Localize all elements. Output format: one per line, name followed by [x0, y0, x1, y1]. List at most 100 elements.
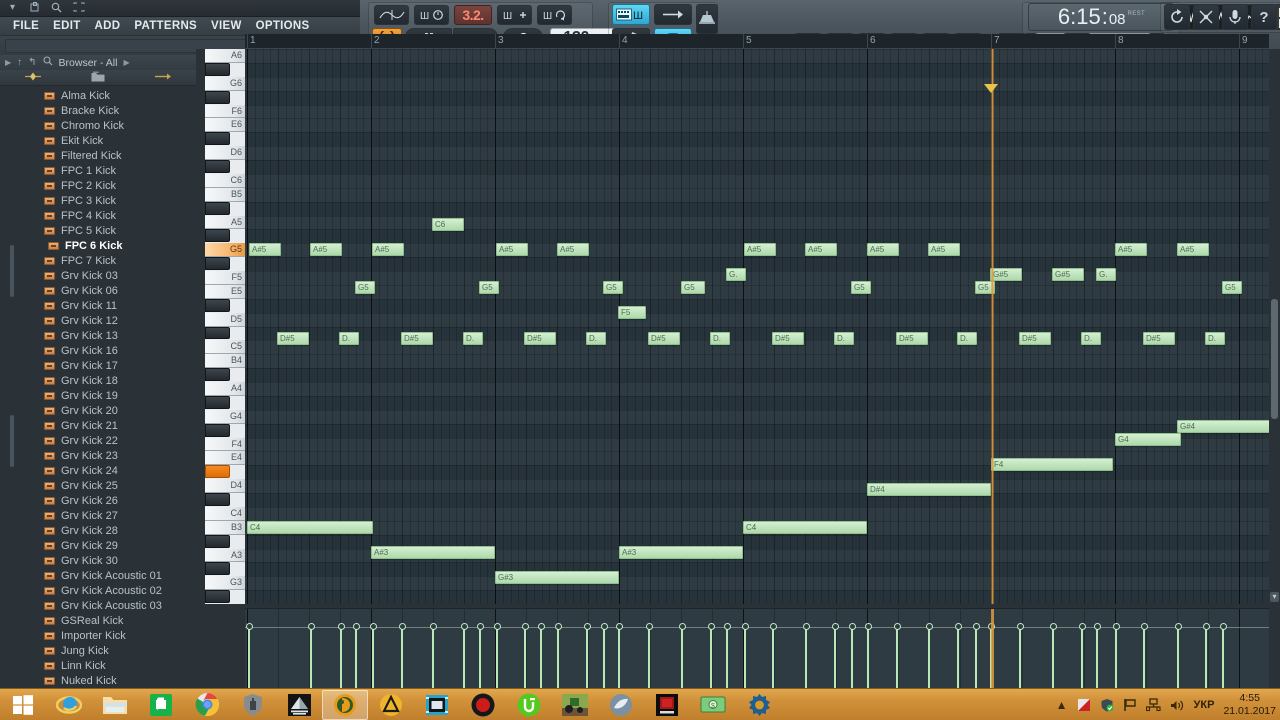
velocity-stem[interactable]: [1115, 626, 1117, 688]
fl-studio-icon[interactable]: [322, 689, 368, 720]
piano-roll-note[interactable]: C4: [743, 521, 867, 534]
tractor-icon[interactable]: [552, 690, 598, 720]
velocity-handle[interactable]: [1174, 623, 1182, 630]
piano-roll-note[interactable]: G#3: [495, 571, 619, 584]
piano-roll-note[interactable]: G#5: [1052, 268, 1084, 281]
song-position-display[interactable]: 3.2.: [454, 5, 492, 25]
velocity-stem[interactable]: [1019, 626, 1021, 688]
piano-roll-note[interactable]: D#5: [772, 332, 804, 345]
wait-for-input-icon[interactable]: Ш: [497, 5, 532, 25]
piano-key-Dsharp4[interactable]: [205, 465, 230, 479]
browser-list-item[interactable]: Grv Kick 06: [0, 283, 196, 298]
velocity-handle[interactable]: [615, 623, 623, 630]
velocity-stem[interactable]: [524, 626, 526, 688]
browser-title-arrow-icon[interactable]: ▶: [123, 58, 129, 67]
browser-list-item[interactable]: Grv Kick 28: [0, 523, 196, 538]
money-icon[interactable]: $: [690, 690, 736, 720]
network-icon[interactable]: [1145, 698, 1161, 712]
browser-list-item[interactable]: Grv Kick 24: [0, 463, 196, 478]
velocity-handle[interactable]: [1219, 623, 1227, 630]
piano-roll-note[interactable]: F5: [618, 306, 646, 319]
piano-roll-note[interactable]: A#5: [372, 243, 404, 256]
browser-list-item[interactable]: GSReal Kick: [0, 613, 196, 628]
velocity-stem[interactable]: [496, 626, 498, 688]
velocity-handle[interactable]: [723, 623, 731, 630]
filter-icon[interactable]: [25, 72, 41, 84]
browser-list-item[interactable]: Jung Kick: [0, 643, 196, 658]
velocity-stem[interactable]: [310, 626, 312, 688]
velocity-stem[interactable]: [432, 626, 434, 688]
velocity-handle[interactable]: [554, 623, 562, 630]
piano-roll-note[interactable]: D.: [957, 332, 977, 345]
piano-roll-note[interactable]: G.: [1096, 268, 1116, 281]
velocity-stem[interactable]: [896, 626, 898, 688]
piano-key-Asharp4[interactable]: [205, 368, 230, 381]
browser-list-item[interactable]: Chromo Kick: [0, 118, 196, 133]
flag-icon[interactable]: [1123, 698, 1137, 712]
piano-roll-note[interactable]: D.: [1081, 332, 1101, 345]
playhead[interactable]: [991, 49, 994, 604]
volume-icon[interactable]: [1170, 699, 1185, 712]
browser-scroll-indicator[interactable]: [10, 245, 14, 297]
piano-roll-note[interactable]: G5: [681, 281, 705, 294]
velocity-stem[interactable]: [540, 626, 542, 688]
velocity-stem[interactable]: [1222, 626, 1224, 688]
browser-menu-icon[interactable]: ▶: [5, 58, 11, 67]
browser-list-item[interactable]: Importer Kick: [0, 628, 196, 643]
velocity-handle[interactable]: [1140, 623, 1148, 630]
piano-roll-note[interactable]: D#4: [867, 483, 991, 496]
time-display[interactable]: 6:15 : 08 REST: [1028, 3, 1174, 31]
velocity-stem[interactable]: [772, 626, 774, 688]
undo-icon[interactable]: [1164, 4, 1190, 30]
piano-roll-note[interactable]: A#3: [371, 546, 495, 559]
browser-list-item[interactable]: Linn Kick: [0, 658, 196, 673]
velocity-handle[interactable]: [398, 623, 406, 630]
piano-roll-note[interactable]: G#5: [990, 268, 1022, 281]
piano-roll-note[interactable]: A#5: [1177, 243, 1209, 256]
browser-list-item[interactable]: Grv Kick 18: [0, 373, 196, 388]
file-explorer-icon[interactable]: [92, 690, 138, 720]
browser-search-icon[interactable]: [42, 56, 53, 69]
piano-key-Dsharp6[interactable]: [205, 132, 230, 146]
taskbar-clock[interactable]: 4:55 21.01.2017: [1223, 692, 1276, 718]
vertical-scroll-thumb[interactable]: [1271, 299, 1278, 419]
velocity-stem[interactable]: [1177, 626, 1179, 688]
velocity-editor[interactable]: [245, 608, 1269, 689]
browser-list-item[interactable]: Nuked Kick: [0, 673, 196, 688]
menu-add[interactable]: ADD: [88, 17, 128, 35]
help-icon[interactable]: ?: [1251, 4, 1277, 30]
piano-roll-note[interactable]: A#5: [496, 243, 528, 256]
velocity-handle[interactable]: [600, 623, 608, 630]
piano-roll-note[interactable]: G#4: [1177, 420, 1269, 433]
browser-list-item[interactable]: Grv Kick 13: [0, 328, 196, 343]
velocity-handle[interactable]: [429, 623, 437, 630]
record-icon[interactable]: [460, 690, 506, 720]
piano-roll-note[interactable]: D.: [463, 332, 483, 345]
velocity-stem[interactable]: [463, 626, 465, 688]
browser-list-item[interactable]: FPC 2 Kick: [0, 178, 196, 193]
velocity-stem[interactable]: [372, 626, 374, 688]
playhead-marker-icon[interactable]: [984, 84, 998, 93]
dolphin-icon[interactable]: [598, 690, 644, 720]
velocity-handle[interactable]: [521, 623, 529, 630]
browser-list-item[interactable]: FPC 1 Kick: [0, 163, 196, 178]
plug-icon[interactable]: [155, 72, 171, 84]
velocity-handle[interactable]: [583, 623, 591, 630]
piano-keyboard[interactable]: A6 G6 F6 E6 D6 C6 B5 A5 G5 F5 E5 D5 C5 B4 A4 G4 F4 E4 D4 C4…: [205, 49, 245, 604]
piano-roll-note[interactable]: D#5: [648, 332, 680, 345]
browser-list-item[interactable]: Ekit Kick: [0, 133, 196, 148]
velocity-stem[interactable]: [340, 626, 342, 688]
velocity-stem[interactable]: [744, 626, 746, 688]
velocity-stem[interactable]: [557, 626, 559, 688]
velocity-stem[interactable]: [805, 626, 807, 688]
browser-list-item[interactable]: FPC 7 Kick: [0, 253, 196, 268]
piano-roll-note[interactable]: G5: [355, 281, 375, 294]
vertical-scrollbar[interactable]: ▾: [1269, 49, 1280, 604]
velocity-handle[interactable]: [848, 623, 856, 630]
piano-roll-note[interactable]: A#5: [310, 243, 342, 256]
browser-list-item[interactable]: Grv Kick 26: [0, 493, 196, 508]
velocity-stem[interactable]: [928, 626, 930, 688]
piano-roll-note[interactable]: A#5: [1115, 243, 1147, 256]
pyramid-icon[interactable]: [276, 690, 322, 720]
piano-roll-note[interactable]: G4: [1115, 433, 1181, 446]
